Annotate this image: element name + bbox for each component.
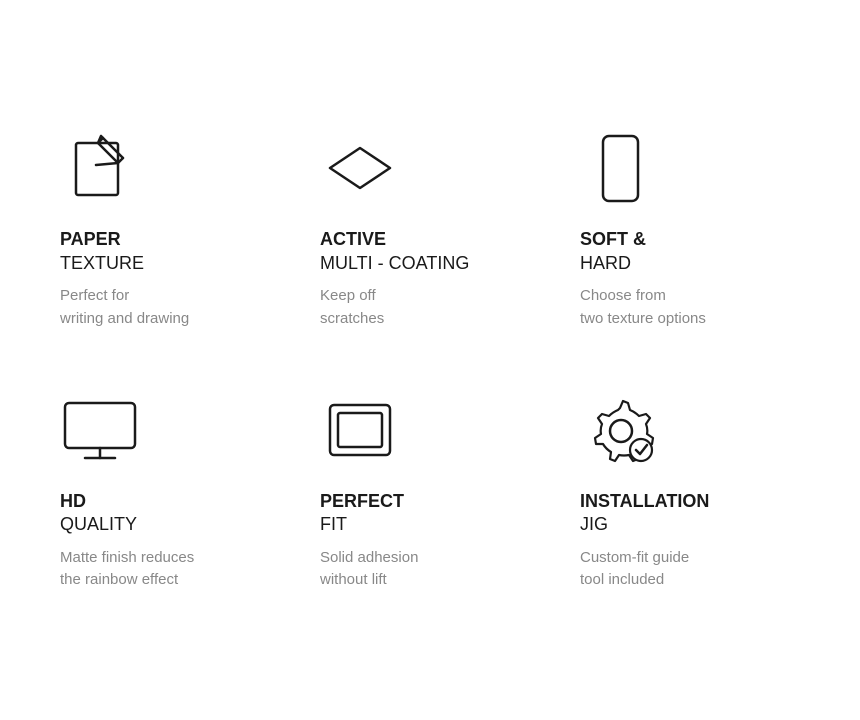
paper-texture-title: PAPERTEXTURE bbox=[60, 228, 144, 275]
screen-icon bbox=[60, 390, 140, 470]
active-coating-description: Keep offscratches bbox=[320, 285, 384, 330]
active-coating-title: ACTIVEMULTI - COATING bbox=[320, 228, 469, 275]
feature-perfect-fit: PERFECTFIT Solid adhesionwithout lift bbox=[320, 390, 540, 592]
perfect-fit-title: PERFECTFIT bbox=[320, 490, 404, 537]
feature-hd-quality: HDQUALITY Matte finish reducesthe rainbo… bbox=[60, 390, 280, 592]
feature-soft-hard: SOFT &HARD Choose fromtwo texture option… bbox=[580, 128, 800, 330]
gear-check-icon bbox=[580, 390, 660, 470]
feature-paper-texture: PAPERTEXTURE Perfect forwriting and draw… bbox=[60, 128, 280, 330]
hd-quality-description: Matte finish reducesthe rainbow effect bbox=[60, 547, 194, 592]
diamond-icon bbox=[320, 128, 400, 208]
perfect-fit-description: Solid adhesionwithout lift bbox=[320, 547, 418, 592]
soft-hard-description: Choose fromtwo texture options bbox=[580, 285, 706, 330]
installation-jig-title: INSTALLATIONJIG bbox=[580, 490, 709, 537]
features-grid: PAPERTEXTURE Perfect forwriting and draw… bbox=[0, 68, 860, 652]
paper-texture-description: Perfect forwriting and drawing bbox=[60, 285, 189, 330]
feature-active-multi-coating: ACTIVEMULTI - COATING Keep offscratches bbox=[320, 128, 540, 330]
hd-quality-title: HDQUALITY bbox=[60, 490, 137, 537]
installation-jig-description: Custom-fit guidetool included bbox=[580, 547, 689, 592]
soft-hard-title: SOFT &HARD bbox=[580, 228, 646, 275]
feature-installation-jig: INSTALLATIONJIG Custom-fit guidetool inc… bbox=[580, 390, 800, 592]
fit-icon bbox=[320, 390, 400, 470]
phone-icon bbox=[580, 128, 660, 208]
paper-pencil-icon bbox=[60, 128, 140, 208]
